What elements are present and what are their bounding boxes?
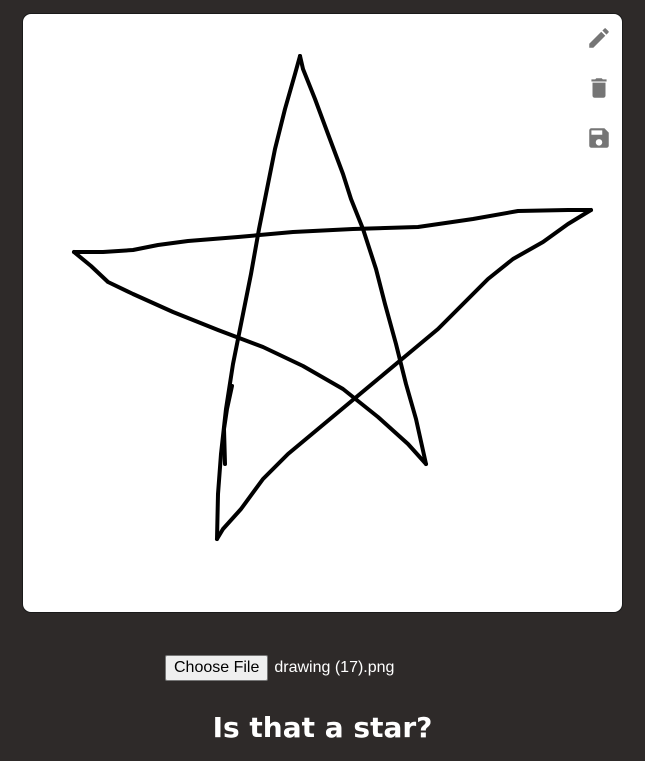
choose-file-button[interactable]: Choose File (165, 655, 269, 681)
file-input: Choose File drawing (17).png (165, 655, 394, 681)
save-icon (589, 128, 609, 148)
pencil-icon (589, 28, 609, 48)
stroke-left-leg (215, 54, 302, 541)
star-drawing (72, 54, 593, 541)
trash-icon (591, 78, 607, 98)
stroke-extra-mark (222, 384, 234, 466)
save-button[interactable] (585, 124, 613, 152)
pencil-button[interactable] (585, 24, 613, 52)
selected-file-name: drawing (17).png (274, 659, 395, 676)
question-heading: Is that a star? (212, 711, 433, 744)
clear-button[interactable] (585, 74, 613, 102)
stroke-crossbar (72, 208, 593, 254)
drawing-canvas[interactable] (22, 13, 623, 613)
